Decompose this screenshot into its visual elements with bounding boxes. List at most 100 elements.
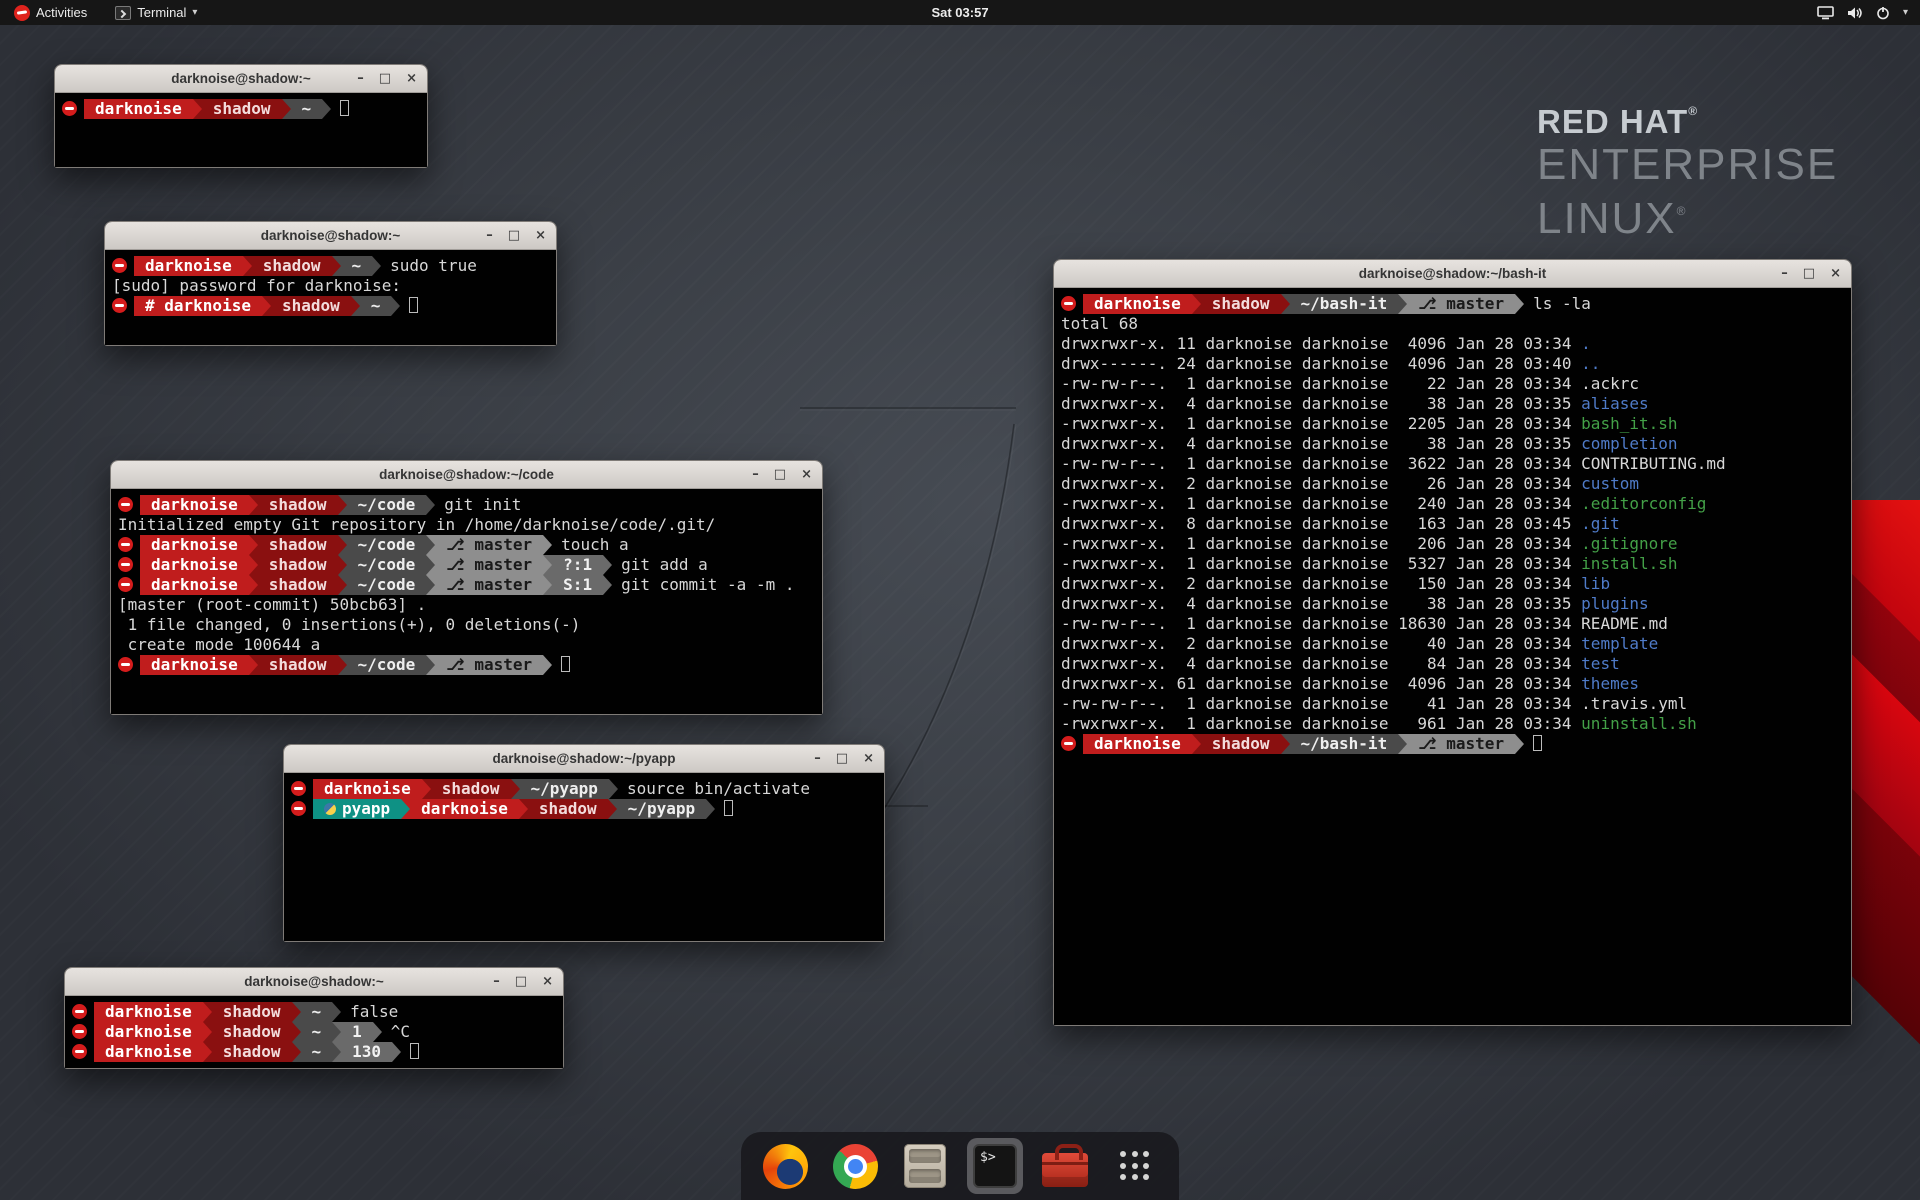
prompt-segment-host: shadow [212,1042,292,1062]
maximize-button[interactable]: □ [379,72,391,85]
terminal-line: -rwxrwxr-x. 1 darknoise darknoise 2205 J… [1061,414,1844,434]
terminal-text: touch a [561,535,628,555]
prompt-segment-path: ~/code [347,495,427,515]
terminal-body[interactable]: darknoiseshadow~/codegit initInitialized… [111,489,822,714]
window-controls: – □ × [752,461,812,488]
prompt-segment-path: ~ [301,1042,333,1062]
terminal-cursor [1533,735,1542,751]
terminal-line: drwxrwxr-x. 8 darknoise darknoise 163 Ja… [1061,514,1844,534]
terminal-body[interactable]: darknoiseshadow~sudo true[sudo] password… [105,250,556,345]
terminal-text: -rwxrwxr-x. 1 darknoise darknoise 206 Ja… [1061,534,1581,554]
prompt-segment-git: ⎇ master [1407,294,1515,314]
minimize-button[interactable]: – [752,468,759,481]
prompt-segment-host: shadow [258,575,338,595]
window-titlebar[interactable]: darknoise@shadow:~/pyapp – □ × [284,745,884,773]
terminal-text: false [350,1002,398,1022]
prompt-segment-st: ?:1 [552,555,603,575]
dock-files-icon[interactable] [897,1138,953,1194]
dock-toolbox-icon[interactable] [1037,1138,1093,1194]
terminal-line: drwxrwxr-x. 2 darknoise darknoise 150 Ja… [1061,574,1844,594]
terminal-line: 1 file changed, 0 insertions(+), 0 delet… [118,615,815,635]
close-button[interactable]: × [801,468,812,481]
terminal-line: drwxrwxr-x. 4 darknoise darknoise 84 Jan… [1061,654,1844,674]
terminal-text: custom [1581,474,1639,494]
terminal-text: git add a [621,555,708,575]
terminal-body[interactable]: darknoiseshadow~ [55,93,427,167]
powerline-separator-icon [1398,294,1407,314]
dock-chrome-icon[interactable] [827,1138,883,1194]
prompt-segment-path: ~/bash-it [1290,294,1399,314]
minimize-button[interactable]: – [357,72,364,85]
prompt-segment-git: ⎇ master [435,575,543,595]
terminal-text: Initialized empty Git repository in /hom… [118,515,715,535]
prompt-segment-user: darknoise [1083,734,1192,754]
powerline-separator-icon [338,555,347,575]
dock: $> [741,1132,1179,1200]
windows-layer: darknoise@shadow:~–□×darknoiseshadow~dar… [0,0,1920,1200]
terminal-body[interactable]: darknoiseshadow~/pyappsource bin/activat… [284,773,884,941]
prompt-segment-path: ~/pyapp [617,799,706,819]
dock-firefox-icon[interactable] [757,1138,813,1194]
minimize-button[interactable]: – [493,975,500,988]
powerline-separator-icon [519,799,528,819]
terminal-body[interactable]: darknoiseshadow~/bash-it⎇ masterls -lato… [1054,288,1851,1025]
maximize-button[interactable]: □ [508,229,520,242]
powerline-separator-icon [543,575,552,595]
window-titlebar[interactable]: darknoise@shadow:~–□× [105,222,556,250]
close-button[interactable]: × [863,752,874,765]
window-title: darknoise@shadow:~/pyapp [492,751,675,766]
activities-button[interactable]: Activities [10,0,91,25]
toolbox-icon [1042,1153,1088,1187]
app-menu-button[interactable]: Terminal ▾ [111,0,201,25]
prompt-segment-git: ⎇ master [435,655,543,675]
prompt-segment-host: shadow [258,655,338,675]
powerline-separator-icon [543,535,552,555]
maximize-button[interactable]: □ [836,752,848,765]
minimize-button[interactable]: – [814,752,821,765]
close-button[interactable]: × [1830,267,1841,280]
terminal-text: drwx------. 24 darknoise darknoise 4096 … [1061,354,1581,374]
window-titlebar[interactable]: darknoise@shadow:~/code–□× [111,461,822,489]
window-titlebar[interactable]: darknoise@shadow:~/bash-it–□× [1054,260,1851,288]
maximize-button[interactable]: □ [1803,267,1815,280]
terminal-text: -rw-rw-r--. 1 darknoise darknoise 18630 … [1061,614,1668,634]
terminal-body[interactable]: darknoiseshadow~falsedarknoiseshadow~1^C… [65,996,563,1068]
terminal-app-icon [115,6,131,20]
terminal-text: ^C [391,1022,410,1042]
maximize-button[interactable]: □ [515,975,527,988]
terminal-text: -rw-rw-r--. 1 darknoise darknoise 3622 J… [1061,454,1726,474]
close-button[interactable]: × [535,229,546,242]
window-titlebar[interactable]: darknoise@shadow:~–□× [65,968,563,996]
dock-terminal-icon[interactable]: $> [967,1138,1023,1194]
fedora-prompt-icon [118,657,133,672]
fedora-prompt-icon [72,1024,87,1039]
terminal-line: drwxrwxr-x. 11 darknoise darknoise 4096 … [1061,334,1844,354]
minimize-button[interactable]: – [1781,267,1788,280]
close-button[interactable]: × [542,975,553,988]
dock-appgrid-icon[interactable] [1107,1138,1163,1194]
app-grid-icon [1120,1151,1150,1181]
terminal-line: pyappdarknoiseshadow~/pyapp [291,799,877,819]
clock[interactable]: Sat 03:57 [931,5,988,20]
window-titlebar[interactable]: darknoise@shadow:~–□× [55,65,427,93]
powerline-separator-icon [292,1022,301,1042]
powerline-separator-icon [338,575,347,595]
fedora-prompt-icon [72,1004,87,1019]
powerline-separator-icon [543,655,552,675]
fedora-hat [121,543,130,546]
terminal-line: darknoiseshadow~130 [72,1042,556,1062]
close-button[interactable]: × [406,72,417,85]
terminal-cursor [340,100,349,116]
minimize-button[interactable]: – [486,229,493,242]
prompt-segment-path: ~ [291,99,323,119]
terminal-text: git commit -a -m . [621,575,794,595]
powerline-separator-icon [422,779,431,799]
fedora-hat [75,1050,84,1053]
terminal-line: drwxrwxr-x. 4 darknoise darknoise 38 Jan… [1061,594,1844,614]
maximize-button[interactable]: □ [774,468,786,481]
terminal-cursor [410,1043,419,1059]
terminal-text: drwxrwxr-x. 4 darknoise darknoise 38 Jan… [1061,434,1581,454]
system-status-area[interactable]: ▾ [1813,0,1912,25]
terminal-window-home1: darknoise@shadow:~–□×darknoiseshadow~ [54,64,428,168]
fedora-hat [294,787,303,790]
